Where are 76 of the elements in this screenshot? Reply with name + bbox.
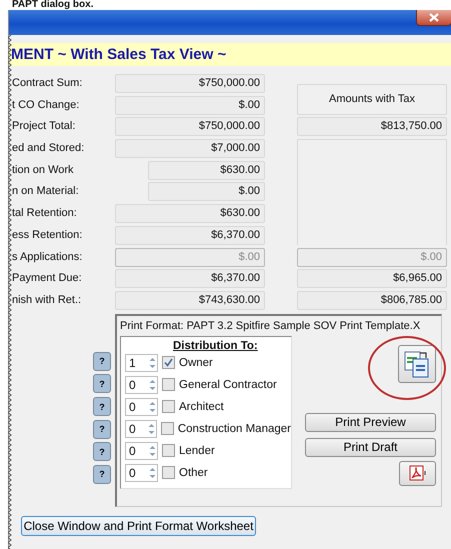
checkbox[interactable] <box>162 356 175 370</box>
value-field: $6,370.00 <box>115 269 265 288</box>
print-format-label: Print Format: PAPT 3.2 Spitfire Sample SOV Print Template.X <box>120 318 422 334</box>
help-button[interactable]: ? <box>93 442 111 462</box>
value-field: $813,750.00 <box>297 117 447 136</box>
checkbox[interactable] <box>162 466 175 480</box>
spinner-value: 0 <box>128 378 137 392</box>
checkbox-label: Architect <box>179 400 224 413</box>
column-heading: Amounts with Tax <box>297 84 447 115</box>
value-field: $743,630.00 <box>115 290 265 310</box>
field-label: Project Total: <box>12 119 76 134</box>
field-label: Contract Sum: <box>12 76 84 91</box>
checkbox[interactable] <box>161 422 174 436</box>
value-field: $.00 <box>115 96 265 115</box>
help-button[interactable]: ? <box>93 420 111 439</box>
spinner-value: 0 <box>128 400 137 414</box>
pdf-icon <box>408 465 426 482</box>
page-caption: PAPT dialog box. <box>11 0 94 10</box>
checkbox-label: Lender <box>179 444 215 457</box>
spinner-value: 0 <box>128 466 137 480</box>
copies-spinner[interactable]: 0 <box>125 398 158 416</box>
banner-title: MENT ~ With Sales Tax View ~ <box>9 43 451 66</box>
field-label: t CO Change: <box>12 98 80 113</box>
checkbox[interactable] <box>162 378 175 392</box>
spin-arrows-icon[interactable] <box>148 356 157 370</box>
field-label: s Applications: <box>12 250 84 264</box>
value-field: $6,370.00 <box>115 226 265 245</box>
spin-arrows-icon[interactable] <box>148 378 157 392</box>
field-label: tion on Work <box>12 162 75 178</box>
field-label: ess Retention: <box>12 228 84 243</box>
value-field: $750,000.00 <box>115 74 265 93</box>
print-button[interactable]: Print Draft <box>305 438 436 457</box>
distribution-heading: Distribution To: <box>172 340 259 352</box>
field-label: n on Material: <box>12 184 80 200</box>
spin-arrows-icon[interactable] <box>148 466 157 480</box>
value-field: $6,965.00 <box>297 269 447 288</box>
spinner-value: 0 <box>128 422 137 436</box>
field-label: Payment Due: <box>12 271 83 286</box>
value-field: $630.00 <box>148 160 265 180</box>
help-button[interactable]: ? <box>93 374 111 394</box>
value-field: $.00 <box>297 248 447 266</box>
copies-spinner[interactable]: 0 <box>125 376 158 394</box>
value-field: $630.00 <box>115 204 265 224</box>
checkbox-label: Owner <box>179 356 213 369</box>
field-label: nish with Ret.: <box>12 292 82 308</box>
value-field: $750,000.00 <box>115 117 265 136</box>
copies-spinner[interactable]: 0 <box>125 442 158 460</box>
help-button[interactable]: ? <box>93 352 111 371</box>
field-label: tal Retention: <box>12 206 78 222</box>
value-field: $.00 <box>148 182 265 202</box>
checkbox-label: Construction Manager <box>178 422 291 435</box>
spinner-value: 0 <box>128 444 137 458</box>
spin-arrows-icon[interactable] <box>148 400 157 414</box>
copies-spinner[interactable]: 1 <box>125 354 158 372</box>
checkbox-label: Other <box>179 466 208 479</box>
pdf-button[interactable] <box>399 460 436 486</box>
copies-spinner[interactable]: 0 <box>125 464 158 482</box>
field-label: ed and Stored: <box>12 141 86 156</box>
copies-spinner[interactable]: 0 <box>125 420 158 438</box>
help-button[interactable]: ? <box>93 397 111 416</box>
value-field: $806,785.00 <box>297 290 447 310</box>
close-worksheet-button[interactable]: Close Window and Print Format Worksheet <box>21 516 256 536</box>
close-icon <box>429 13 439 22</box>
spinner-value: 1 <box>128 356 137 370</box>
help-button[interactable]: ? <box>93 464 111 484</box>
spin-arrows-icon[interactable] <box>148 444 157 458</box>
checkbox[interactable] <box>162 400 175 414</box>
print-button[interactable]: Print Preview <box>305 412 436 432</box>
value-field: $.00 <box>115 248 265 266</box>
checkbox[interactable] <box>162 444 175 458</box>
spin-arrows-icon[interactable] <box>147 422 156 436</box>
value-field: $7,000.00 <box>115 139 265 158</box>
documents-icon <box>404 350 430 378</box>
template-button[interactable] <box>398 344 436 383</box>
close-button[interactable] <box>416 10 451 26</box>
checkbox-label: General Contractor <box>179 378 277 391</box>
